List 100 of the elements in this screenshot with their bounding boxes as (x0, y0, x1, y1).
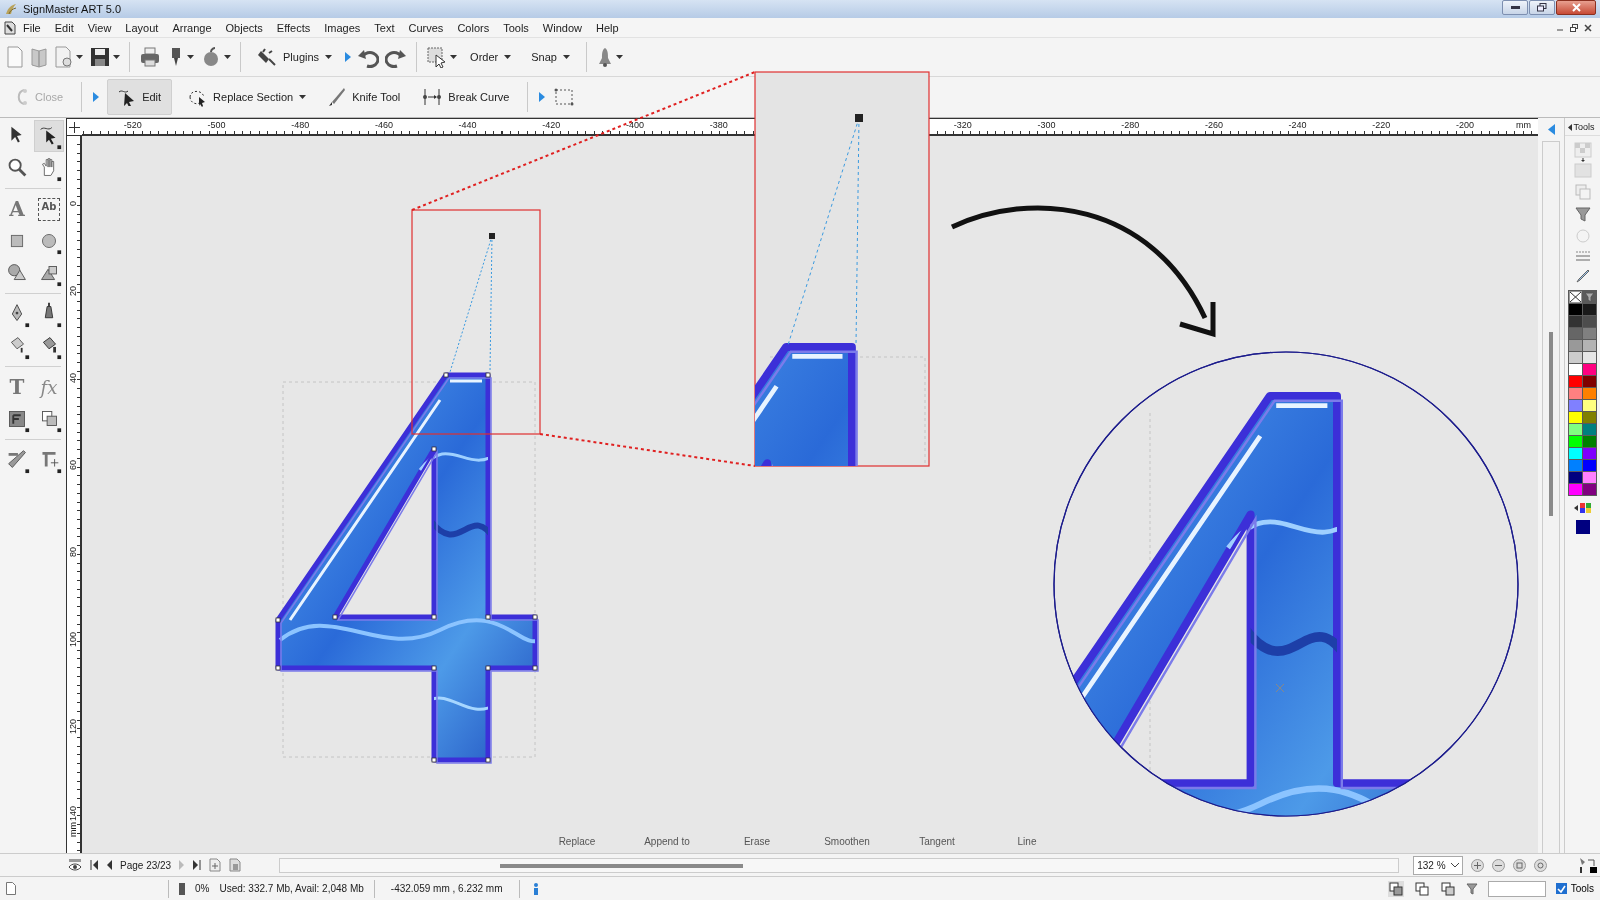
snap-button[interactable]: Snap (524, 46, 577, 68)
caret-icon[interactable] (504, 55, 512, 59)
eyedropper-icon[interactable] (1574, 268, 1591, 284)
menu-item[interactable]: Objects (218, 21, 270, 34)
zoom-out-icon[interactable] (1492, 858, 1506, 872)
close-button[interactable] (1556, 0, 1596, 15)
order-button[interactable]: Order (463, 46, 519, 68)
color-swatch[interactable] (1583, 448, 1596, 459)
color-swatch[interactable] (1583, 400, 1596, 411)
color-swatch[interactable] (1569, 328, 1582, 339)
menu-item[interactable]: Help (589, 21, 626, 34)
zoom-dropdown[interactable]: 132 % (1413, 855, 1464, 875)
add-page-icon[interactable] (209, 858, 222, 872)
color-swatch[interactable] (1569, 316, 1582, 327)
menu-item[interactable]: Colors (450, 21, 497, 34)
minimize-button[interactable] (1502, 0, 1528, 15)
color-swatch[interactable] (1583, 460, 1596, 471)
funnel-icon[interactable] (1465, 881, 1478, 896)
color-swatch[interactable] (1569, 364, 1582, 375)
color-swatch[interactable] (1583, 364, 1596, 375)
toolbar-button[interactable]: Replace Section (180, 82, 314, 112)
view-page-icon[interactable] (68, 858, 82, 872)
expand-arrow-icon[interactable] (93, 92, 100, 102)
panel-arrow-icon[interactable] (1567, 123, 1572, 131)
caret-icon[interactable] (113, 55, 120, 59)
edit-mode-option[interactable]: Erase (712, 836, 802, 847)
line-style-icon[interactable] (1574, 250, 1591, 262)
color-swatch[interactable] (1583, 484, 1596, 495)
color-swatch[interactable] (1569, 400, 1582, 411)
caret-icon[interactable] (224, 55, 231, 59)
caret-icon[interactable] (615, 55, 623, 59)
color-swatch[interactable] (1583, 328, 1596, 339)
menu-item[interactable]: File (16, 21, 48, 34)
expand-arrow-icon[interactable] (345, 52, 352, 62)
menu-item[interactable]: View (80, 21, 119, 34)
edit-mode-option[interactable]: Tangent (892, 836, 982, 847)
horizontal-scrollbar[interactable] (279, 857, 1400, 873)
edit-mode-option[interactable]: Append to (622, 836, 712, 847)
color-swatch[interactable] (1583, 424, 1596, 435)
zoom-fit-icon[interactable] (1513, 858, 1527, 872)
color-swatch[interactable] (1583, 436, 1596, 447)
color-swatch[interactable] (1583, 472, 1596, 483)
caret-icon[interactable] (187, 55, 194, 59)
color-swatch[interactable] (1569, 352, 1582, 363)
tool-button[interactable]: T (2, 371, 32, 403)
caret-icon[interactable] (562, 55, 570, 59)
overlap-icon[interactable] (1387, 880, 1404, 897)
zoom-in-icon[interactable] (1471, 858, 1485, 872)
color-swatch[interactable] (1569, 448, 1582, 459)
color-swatch[interactable] (1583, 388, 1596, 399)
funnel-icon[interactable] (1574, 206, 1591, 222)
tool-button[interactable]: A (2, 193, 32, 225)
first-page-icon[interactable] (90, 860, 98, 870)
color-swatch[interactable] (1583, 376, 1596, 387)
open-book-icon[interactable] (30, 46, 48, 68)
toolbar-button[interactable]: Knife Tool (321, 82, 408, 112)
expand-arrow-icon[interactable] (539, 92, 546, 102)
color-swatch[interactable] (1569, 460, 1582, 471)
document-menu-icon[interactable] (4, 20, 16, 35)
save-icon[interactable] (89, 46, 111, 68)
edit-mode-option[interactable]: Line (982, 836, 1072, 847)
color-swatch[interactable] (1569, 484, 1582, 495)
vertical-scrollbar[interactable] (1542, 141, 1560, 853)
toolbar-button[interactable]: Edit (107, 79, 173, 115)
menu-item[interactable]: Tools (496, 21, 536, 34)
menu-item[interactable]: Images (317, 21, 368, 34)
close-icon[interactable] (1584, 23, 1592, 32)
menu-item[interactable]: Curves (401, 21, 451, 34)
no-color-icon[interactable] (1569, 291, 1582, 303)
last-page-icon[interactable] (193, 860, 202, 870)
menu-item[interactable]: Edit (47, 21, 81, 34)
menu-item[interactable]: Text (367, 21, 402, 34)
caret-icon[interactable] (325, 55, 333, 59)
plugins-button[interactable]: Plugins (250, 42, 340, 72)
more-colors-icon[interactable] (1573, 502, 1592, 514)
color-swatch[interactable] (1569, 388, 1582, 399)
zoom-all-icon[interactable] (1534, 858, 1548, 872)
node-edit-icon[interactable] (34, 120, 64, 152)
color-swatch[interactable] (1583, 352, 1596, 363)
menu-item[interactable]: Arrange (165, 21, 219, 34)
color-swatch[interactable] (1583, 304, 1596, 315)
toolbar-button[interactable]: Break Curve (415, 82, 517, 112)
edit-mode-option[interactable]: Smoothen (802, 836, 892, 847)
tools-checkbox[interactable]: Tools (1555, 883, 1594, 894)
caret-icon[interactable] (450, 55, 458, 59)
current-color-swatch[interactable] (1575, 520, 1590, 534)
menu-item[interactable]: Layout (118, 21, 166, 34)
input-field[interactable] (1487, 880, 1546, 897)
restore-button[interactable] (1529, 0, 1555, 15)
color-swatch[interactable] (1583, 412, 1596, 423)
caret-icon[interactable] (76, 55, 83, 59)
color-swatch[interactable] (1569, 424, 1582, 435)
edit-mode-option[interactable]: Replace (532, 836, 622, 847)
collapse-arrow-icon[interactable] (1547, 124, 1555, 135)
color-swatch[interactable] (1569, 304, 1582, 315)
overlap-icon[interactable] (1413, 880, 1430, 897)
color-swatch[interactable] (1569, 412, 1582, 423)
overlap-icon[interactable] (1439, 880, 1456, 897)
previous-page-icon[interactable] (106, 860, 112, 870)
color-swatch[interactable] (1569, 376, 1582, 387)
